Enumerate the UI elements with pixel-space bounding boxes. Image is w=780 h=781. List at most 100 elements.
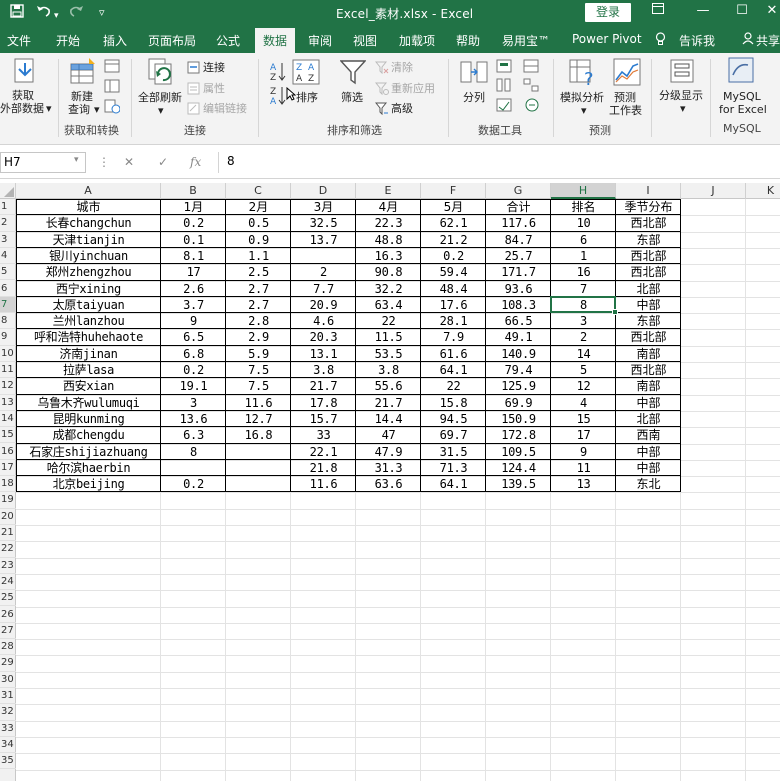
table-cell[interactable]: 90.8 (356, 264, 421, 280)
row-header-20[interactable]: 20 (0, 509, 16, 525)
table-cell[interactable]: 22.1 (291, 444, 356, 460)
row-header-27[interactable]: 27 (0, 623, 16, 640)
row-header-14[interactable]: 14 (0, 411, 16, 428)
advanced-filter-icon[interactable] (375, 102, 389, 115)
table-cell[interactable]: 62.1 (421, 215, 486, 231)
table-cell[interactable]: 53.5 (356, 346, 421, 362)
table-cell[interactable]: 7.7 (291, 281, 356, 297)
table-cell[interactable]: 北京beijing (16, 476, 161, 492)
table-cell[interactable]: 2.8 (226, 313, 291, 329)
table-header-cell[interactable]: 城市 (16, 199, 161, 215)
table-cell[interactable]: 6.5 (161, 329, 226, 345)
tab-formulas[interactable]: 公式 (216, 32, 240, 49)
table-cell[interactable]: 16 (551, 264, 616, 280)
enter-icon[interactable]: ✓ (158, 155, 168, 169)
table-cell[interactable]: 32.2 (356, 281, 421, 297)
table-cell[interactable] (226, 460, 291, 476)
data-tools-icons[interactable] (496, 59, 542, 117)
table-cell[interactable]: 63.4 (356, 297, 421, 313)
table-cell[interactable]: 0.2 (161, 215, 226, 231)
table-cell[interactable]: 西北部 (616, 215, 681, 231)
ribbon-display-options-icon[interactable] (648, 3, 668, 18)
table-header-cell[interactable]: 1月 (161, 199, 226, 215)
table-cell[interactable]: 呼和浩特huhehaote (16, 329, 161, 345)
table-cell[interactable]: 20.3 (291, 329, 356, 345)
table-cell[interactable]: 7.9 (421, 329, 486, 345)
table-cell[interactable]: 15 (551, 411, 616, 427)
row-header-16[interactable]: 16 (0, 444, 16, 460)
worksheet-grid[interactable]: 城市 1月 2月 3月 4月 5月 合计 排名 季节分布 长春changchun 0.2 0.5 32.… (16, 199, 780, 781)
table-cell[interactable]: 14 (551, 346, 616, 362)
filter-button[interactable]: 筛选 (341, 91, 363, 104)
table-cell[interactable]: 139.5 (486, 476, 551, 492)
row-header-18[interactable]: 18 (0, 476, 16, 493)
table-cell[interactable]: 0.5 (226, 215, 291, 231)
table-cell[interactable]: 北部 (616, 281, 681, 297)
table-cell[interactable]: 171.7 (486, 264, 551, 280)
column-header-e[interactable]: E (356, 183, 421, 199)
table-cell[interactable]: 石家庄shijiazhuang (16, 444, 161, 460)
login-button[interactable]: 登录 (585, 3, 631, 22)
table-cell[interactable] (226, 444, 291, 460)
edit-links-button[interactable]: 编辑链接 (203, 102, 247, 115)
table-cell[interactable]: 2.5 (226, 264, 291, 280)
tell-me-search[interactable]: 告诉我 (679, 32, 715, 49)
column-header-k[interactable]: K (746, 183, 780, 199)
table-cell[interactable]: 西北部 (616, 248, 681, 264)
table-cell[interactable]: 14.4 (356, 411, 421, 427)
table-cell[interactable]: 15.8 (421, 395, 486, 411)
row-header-10[interactable]: 10 (0, 346, 16, 362)
row-header-5[interactable]: 5 (0, 264, 16, 281)
row-header-25[interactable]: 25 (0, 590, 16, 607)
sort-button[interactable]: 排序 (296, 91, 318, 104)
table-cell[interactable]: 6.8 (161, 346, 226, 362)
advanced-button[interactable]: 高级 (391, 102, 413, 115)
table-cell[interactable]: 22 (421, 378, 486, 394)
row-header-6[interactable]: 6 (0, 281, 16, 297)
forecast-sheet-label[interactable]: 预测 (614, 91, 636, 104)
table-cell[interactable]: 9 (161, 313, 226, 329)
sort-icon[interactable]: Z AA Z (292, 59, 320, 85)
table-cell[interactable]: 8 (161, 444, 226, 460)
table-cell[interactable]: 79.4 (486, 362, 551, 378)
table-cell[interactable]: 10 (551, 215, 616, 231)
table-cell[interactable]: 中部 (616, 395, 681, 411)
table-cell[interactable]: 0.9 (226, 232, 291, 248)
row-header-19[interactable]: 19 (0, 492, 16, 509)
sort-ascending-icon[interactable]: AZ ZA (270, 61, 286, 105)
table-header-cell[interactable]: 4月 (356, 199, 421, 215)
table-cell[interactable]: 47 (356, 427, 421, 443)
table-cell[interactable]: 5.9 (226, 346, 291, 362)
table-cell[interactable]: 0.2 (161, 476, 226, 492)
table-cell[interactable]: 西北部 (616, 329, 681, 345)
table-cell[interactable]: 32.5 (291, 215, 356, 231)
table-cell[interactable]: 13.1 (291, 346, 356, 362)
table-cell[interactable]: 21.7 (356, 395, 421, 411)
column-header-d[interactable]: D (291, 183, 356, 199)
outline-icon[interactable] (670, 59, 694, 83)
cancel-icon[interactable]: ✕ (124, 155, 134, 169)
table-header-cell[interactable]: 5月 (421, 199, 486, 215)
table-cell[interactable]: 西北部 (616, 264, 681, 280)
what-if-analysis-button[interactable]: 模拟分析 (560, 91, 604, 104)
column-header-h[interactable]: H (551, 183, 616, 199)
row-header-17[interactable]: 17 (0, 460, 16, 477)
forecast-sheet-label2[interactable]: 工作表 (609, 104, 642, 117)
table-cell[interactable]: 28.1 (421, 313, 486, 329)
row-header-8[interactable]: 8 (0, 313, 16, 330)
table-cell[interactable]: 19.1 (161, 378, 226, 394)
table-cell[interactable]: 3 (161, 395, 226, 411)
table-cell[interactable]: 0.1 (161, 232, 226, 248)
query-tools-icons[interactable] (104, 59, 120, 115)
table-cell[interactable]: 1 (551, 248, 616, 264)
table-cell[interactable]: 太原taiyuan (16, 297, 161, 313)
table-cell[interactable]: 拉萨lasa (16, 362, 161, 378)
row-header-3[interactable]: 3 (0, 232, 16, 248)
table-cell[interactable]: 49.1 (486, 329, 551, 345)
table-cell[interactable]: 4.6 (291, 313, 356, 329)
text-to-columns-button[interactable]: 分列 (463, 91, 485, 104)
table-cell[interactable]: 94.5 (421, 411, 486, 427)
table-cell[interactable]: 109.5 (486, 444, 551, 460)
table-cell[interactable]: 69.7 (421, 427, 486, 443)
tab-data[interactable]: 数据 (255, 28, 296, 53)
